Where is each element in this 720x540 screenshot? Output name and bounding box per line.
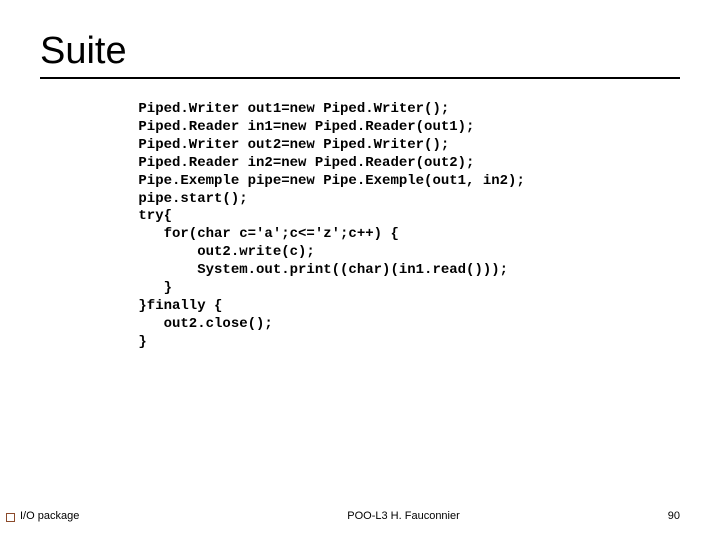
slide-title: Suite — [40, 30, 680, 73]
slide: Suite Piped.Writer out1=new Piped.Writer… — [0, 0, 720, 540]
code-block: Piped.Writer out1=new Piped.Writer(); Pi… — [130, 101, 680, 352]
footer-left: I/O package — [20, 510, 79, 522]
title-rule — [40, 77, 680, 79]
footer-page-number: 90 — [668, 510, 680, 522]
slide-footer: I/O package POO-L3 H. Fauconnier 90 — [0, 510, 720, 522]
footer-center: POO-L3 H. Fauconnier — [139, 510, 667, 522]
